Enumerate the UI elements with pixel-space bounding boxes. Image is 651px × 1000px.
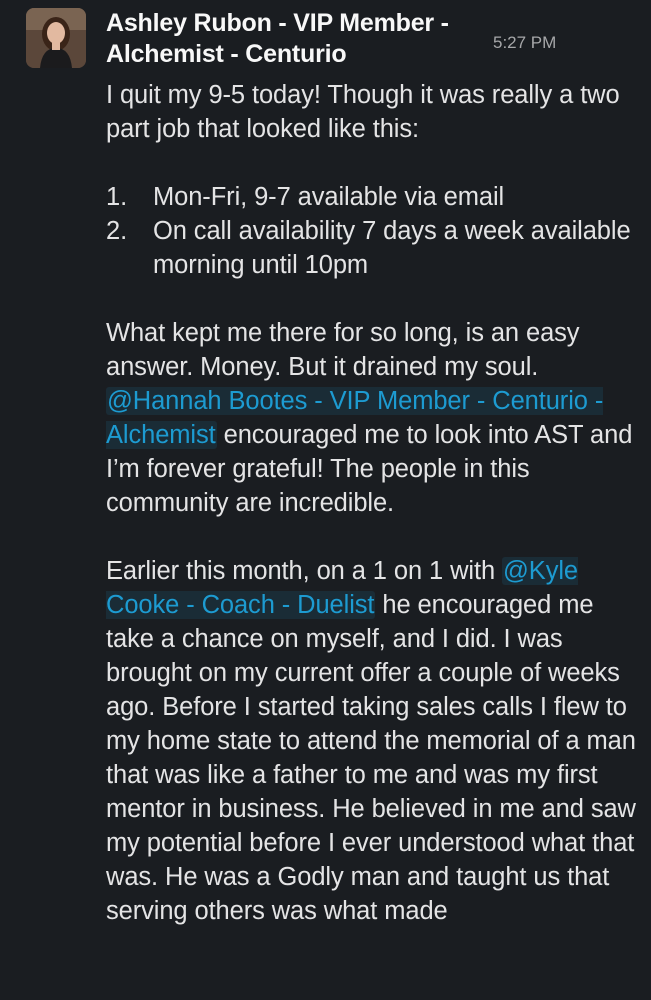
list-number: 2. — [106, 217, 128, 245]
paragraph-text: he encouraged me take a chance on myself… — [106, 591, 636, 925]
list-item: 2. On call availability 7 days a week av… — [106, 214, 636, 282]
message-header: Ashley Rubon - VIP Member - Alchemist - … — [106, 8, 486, 70]
list-item-text: On call availability 7 days a week avail… — [153, 217, 631, 279]
message-paragraph: Earlier this month, on a 1 on 1 with @Ky… — [106, 554, 636, 928]
list-item-text: Mon-Fri, 9-7 available via email — [153, 183, 505, 211]
message-intro: I quit my 9-5 today! Though it was reall… — [106, 81, 620, 143]
list-number: 1. — [106, 183, 128, 211]
sender-name[interactable]: Ashley Rubon - VIP Member - Alchemist - … — [106, 8, 486, 70]
chat-message: Ashley Rubon - VIP Member - Alchemist - … — [0, 0, 651, 1000]
message-body: I quit my 9-5 today! Though it was reall… — [106, 78, 636, 928]
numbered-list: 1. Mon-Fri, 9-7 available via email 2. O… — [106, 180, 636, 282]
avatar[interactable] — [26, 8, 86, 68]
paragraph-text: What kept me there for so long, is an ea… — [106, 319, 580, 381]
timestamp[interactable]: 5:27 PM — [493, 33, 556, 53]
message-paragraph: What kept me there for so long, is an ea… — [106, 316, 636, 520]
paragraph-text: Earlier this month, on a 1 on 1 with — [106, 557, 503, 585]
list-item: 1. Mon-Fri, 9-7 available via email — [106, 180, 636, 214]
